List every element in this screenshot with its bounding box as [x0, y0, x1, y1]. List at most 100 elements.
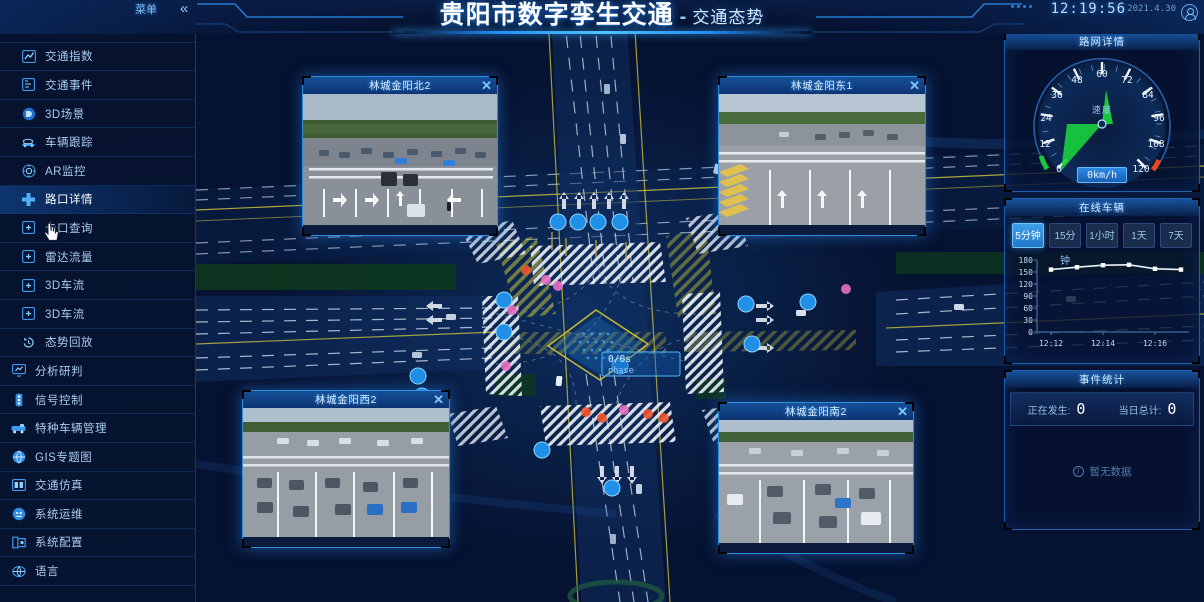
tab-1day[interactable]: 1天 — [1123, 223, 1155, 248]
svg-text:12: 12 — [1039, 139, 1050, 150]
corner-mark — [242, 390, 251, 399]
collapse-sidebar-icon[interactable]: « — [180, 0, 188, 17]
sidebar-item-traffic-simulation[interactable]: 交通仿真 — [0, 472, 195, 501]
sidebar-item-label: 路口详情 — [45, 194, 93, 207]
sidebar-item-special-vehicle[interactable]: 特种车辆管理 — [0, 414, 195, 443]
sidebar-item-signal-control[interactable]: 信号控制 — [0, 386, 195, 415]
video-title: 林城金阳北2 — [369, 80, 431, 92]
sidebar-item-label: 雷达流量 — [45, 251, 93, 264]
phase-value: 0/0s — [608, 354, 631, 365]
date: 2021.4.30 — [1127, 4, 1176, 14]
sidebar-item-label: 交通仿真 — [35, 480, 83, 493]
tab-7day[interactable]: 7天 — [1160, 223, 1192, 248]
sidebar-item-checkpoint-query[interactable]: 卡口查询 — [0, 214, 195, 243]
video-header: 林城金阳东1 ✕ — [719, 77, 925, 94]
video-header: 林城金阳南2 ✕ — [719, 403, 913, 420]
corner-mark — [1004, 184, 1012, 192]
corner-mark — [718, 76, 727, 85]
sidebar-item-label: 态势回放 — [45, 337, 93, 350]
panel-header: 路网详情 — [1005, 33, 1199, 50]
simulation-icon — [10, 478, 27, 493]
video-popup-north[interactable]: 林城金阳北2 ✕ — [302, 76, 498, 236]
sidebar-item-label: 交通事件 — [45, 79, 93, 92]
ongoing-value: 0 — [1076, 400, 1086, 418]
corner-mark — [302, 227, 311, 236]
sidebar-item-label: 卡口查询 — [45, 222, 93, 235]
svg-text:0: 0 — [1028, 328, 1033, 337]
cube-3d-icon — [20, 106, 37, 121]
sidebar-item-3d-flow-b[interactable]: 3D车流 — [0, 300, 195, 329]
svg-text:12:14: 12:14 — [1091, 339, 1115, 348]
sidebar-item-situation-replay[interactable]: 态势回放 — [0, 329, 195, 358]
sidebar-item-radar-flow[interactable]: 雷达流量 — [0, 243, 195, 272]
sidebar-item-gis-map[interactable]: GIS专题图 — [0, 443, 195, 472]
svg-text:120: 120 — [1019, 280, 1034, 289]
corner-mark — [489, 227, 498, 236]
event-stats-panel: 事件统计 正在发生: 0 当日总计: 0 i 暂无数据 — [1004, 370, 1200, 530]
today-value: 0 — [1167, 400, 1177, 418]
online-vehicles-panel: 在线车辆 5分钟 15分钟 1小时 1天 7天 180 150 120 90 6… — [1004, 198, 1200, 364]
event-counters: 正在发生: 0 当日总计: 0 — [1010, 392, 1194, 426]
sidebar-item-system-ops[interactable]: 系统运维 — [0, 500, 195, 529]
svg-text:120: 120 — [1132, 164, 1149, 175]
video-title: 林城金阳南2 — [785, 406, 847, 418]
corner-mark — [718, 402, 727, 411]
sidebar-item-language[interactable]: 语言 — [0, 557, 195, 586]
svg-text:60: 60 — [1096, 69, 1108, 80]
traffic-light-icon — [10, 392, 27, 407]
title-underline — [392, 31, 812, 34]
corner-mark — [1192, 198, 1200, 206]
video-header: 林城金阳北2 ✕ — [303, 77, 497, 94]
svg-text:84: 84 — [1142, 90, 1154, 101]
event-icon — [20, 77, 37, 92]
corner-mark — [917, 227, 926, 236]
tab-5min[interactable]: 5分钟 — [1012, 223, 1044, 248]
video-stream[interactable] — [719, 420, 913, 543]
corner-mark — [1004, 370, 1012, 378]
video-header: 林城金阳西2 ✕ — [243, 391, 449, 408]
today-counter: 当日总计: 0 — [1119, 400, 1177, 418]
sidebar-item-system-config[interactable]: 系统配置 — [0, 529, 195, 558]
svg-text:60: 60 — [1023, 304, 1033, 313]
sidebar-item-label: 系统运维 — [35, 508, 83, 521]
panel-title: 在线车辆 — [1079, 202, 1125, 214]
phase-label: phase — [608, 366, 634, 376]
tab-1hour[interactable]: 1小时 — [1086, 223, 1118, 248]
video-stream[interactable] — [719, 94, 925, 225]
user-avatar-icon[interactable] — [1181, 4, 1198, 21]
video-stream[interactable] — [303, 94, 497, 225]
tab-15min[interactable]: 15分钟 — [1049, 223, 1081, 267]
sidebar-item-intersection-detail[interactable]: 路口详情 — [0, 185, 195, 215]
corner-mark — [718, 545, 727, 554]
video-popup-east[interactable]: 林城金阳东1 ✕ — [718, 76, 926, 236]
panel-header: 在线车辆 — [1005, 199, 1199, 216]
sidebar-item-3d-scene[interactable]: 3D场景 — [0, 100, 195, 129]
corner-mark — [905, 545, 914, 554]
svg-text:12:12: 12:12 — [1039, 339, 1063, 348]
sidebar-item-traffic-event[interactable]: 交通事件 — [0, 71, 195, 100]
video-popup-south[interactable]: 林城金阳南2 ✕ — [718, 402, 914, 554]
video-popup-west[interactable]: 林城金阳西2 ✕ — [242, 390, 450, 548]
info-icon: i — [1072, 465, 1084, 477]
line-chart-svg: 180 150 120 90 60 30 0 12:12 12:14 12:16 — [1019, 256, 1189, 348]
gauge-inner-label: 速度 — [1091, 105, 1113, 115]
radar-flow-icon — [20, 249, 37, 264]
video-stream[interactable] — [243, 408, 449, 537]
corner-mark — [1192, 184, 1200, 192]
sidebar-item-traffic-index[interactable]: 交通指数 — [0, 43, 195, 72]
sidebar-item-vehicle-track[interactable]: 车辆跟踪 — [0, 128, 195, 157]
corner-mark — [302, 76, 311, 85]
intersection-icon — [20, 192, 37, 207]
sidebar-item-label: 语言 — [35, 566, 59, 579]
video-title: 林城金阳西2 — [315, 394, 377, 406]
corner-mark — [1192, 522, 1200, 530]
sidebar-item-ar-monitor[interactable]: AR监控 — [0, 157, 195, 186]
corner-mark — [1004, 198, 1012, 206]
corner-mark — [905, 402, 914, 411]
sidebar-item-3d-flow-a[interactable]: 3D车流 — [0, 271, 195, 300]
corner-mark — [1192, 370, 1200, 378]
empty-state: i 暂无数据 — [1005, 426, 1199, 516]
sidebar-item-analysis[interactable]: 分析研判 — [0, 357, 195, 386]
sidebar-item-label: 车辆跟踪 — [45, 137, 93, 150]
gauge-value: 0km/h — [1076, 167, 1128, 183]
